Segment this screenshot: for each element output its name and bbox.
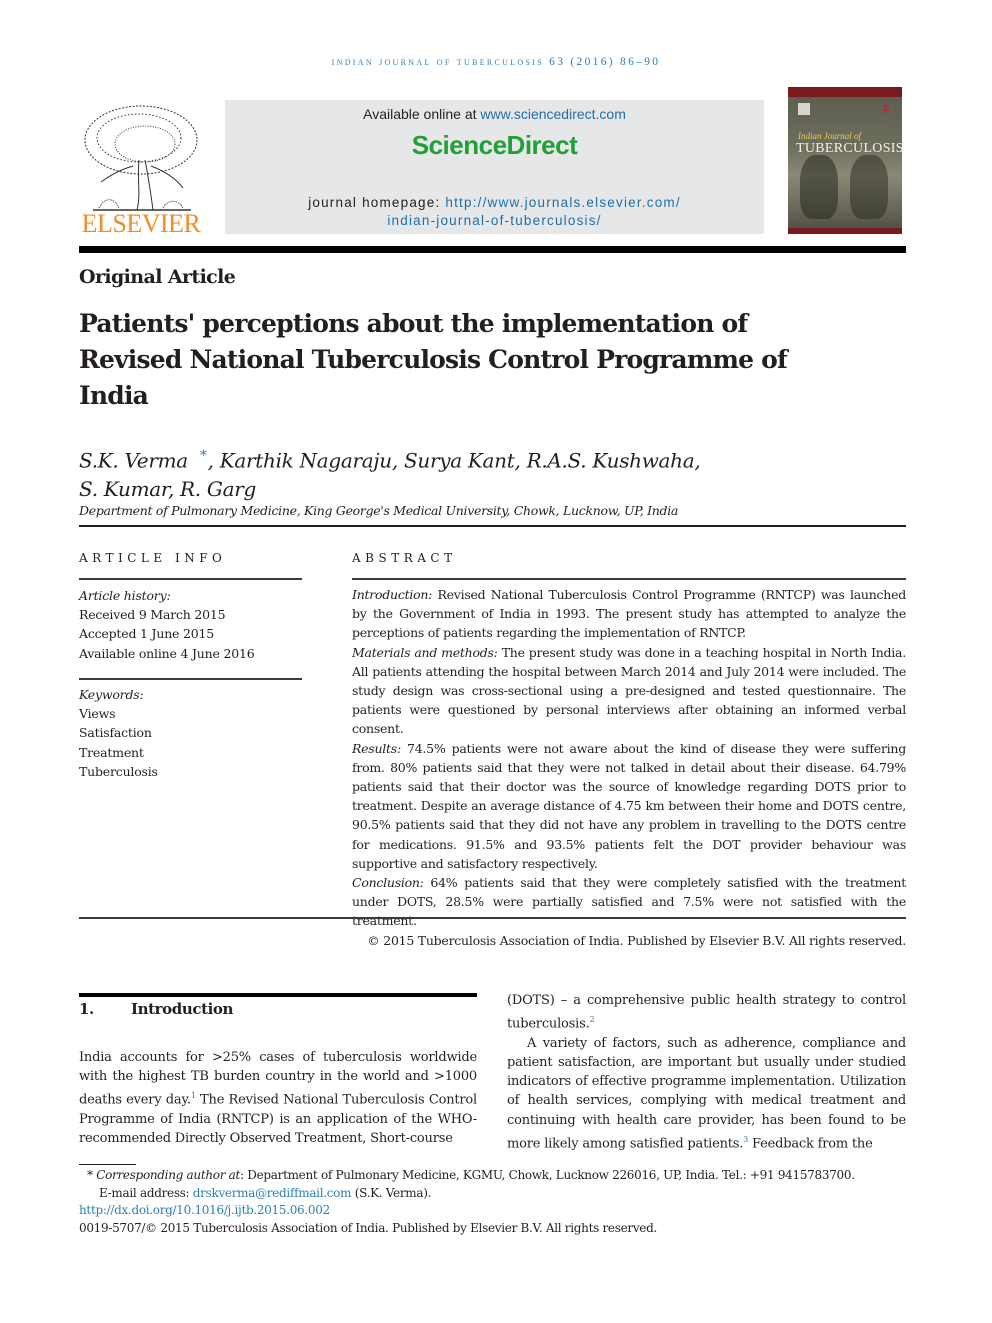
running-head: Indian Journal of Tuberculosis 63 (2016)… [331,56,661,68]
body-column-left: India accounts for >25% cases of tubercu… [79,1050,478,1147]
email-note: E-mail address: drskverma@rediffmail.com… [99,1185,432,1200]
sciencedirect-logo: ScienceDirect [411,130,578,160]
affiliation-rule [79,525,906,527]
keywords-label: Keywords: [79,687,144,702]
sciencedirect-banner: Available online at www.sciencedirect.co… [225,100,764,234]
cover-top-bar [788,87,902,97]
author-first[interactable]: S.K. Verma [79,449,188,473]
history-online: Available online 4 June 2016 [79,645,255,661]
corresponding-author-marker[interactable]: * [200,448,207,464]
authors-rest: , Karthik Nagaraju, Surya Kant, R.A.S. K… [207,448,701,473]
abstract-heading: ABSTRACT [352,551,457,565]
section-heading-introduction: 1. Introduction [79,1000,233,1018]
abstract-results: Results: 74.5% patients were not aware a… [352,740,906,871]
cover-title: TUBERCULOSIS [796,141,902,156]
section-rule [79,993,477,997]
abstract-label: Introduction: [352,587,433,602]
authors-line2: S. Kumar, R. Garg [79,476,256,501]
header-rule [79,246,906,253]
abstract-label: Results: [352,740,401,756]
keyword-item: Tuberculosis [79,763,158,779]
corresponding-author-note: * Corresponding author at: Department of… [87,1168,855,1182]
journal-homepage-link[interactable]: http://www.journals.elsevier.com/ [445,195,680,210]
history-accepted: Accepted 1 June 2015 [79,626,215,642]
article-history-label: Article history: [79,588,171,603]
cover-elsevier-mark-icon [798,103,810,115]
abstract-label: Conclusion: [352,875,424,891]
doi-line: http://dx.doi.org/10.1016/j.ijtb.2015.06… [79,1202,909,1220]
lorraine-cross-icon: ‡ [882,101,890,117]
journal-homepage-link-cont[interactable]: indian-journal-of-tuberculosis/ [387,213,601,228]
history-received: Received 9 March 2015 [79,607,226,623]
article-title: Patients' perceptions about the implemen… [79,309,788,410]
body-column-right: (DOTS) – a comprehensive public health s… [507,993,906,1152]
abstract-end-rule [79,917,906,919]
keywords-rule [79,678,302,680]
doi-link[interactable]: http://dx.doi.org/10.1016/j.ijtb.2015.06… [79,1203,330,1217]
author-list: S.K. Verma *, Karthik Nagaraju, Surya Kan… [79,442,779,503]
sciencedirect-link[interactable]: www.sciencedirect.com [480,106,626,122]
journal-cover-image: ‡ Indian Journal of TUBERCULOSIS [788,87,902,234]
abstract-label: Materials and methods: [352,644,498,660]
section-number: 1. [79,1000,94,1018]
abstract-introduction: Introduction: Revised National Tuberculo… [352,587,906,641]
article-info-rule [79,578,302,580]
issn-copyright: 0019-5707/© 2015 Tuberculosis Associatio… [79,1220,658,1235]
abstract-conclusion: Conclusion: 64% patients said that they … [352,875,906,929]
section-title: Introduction [131,1000,234,1018]
keywords: Keywords: Views Satisfaction Treatment T… [79,685,158,781]
abstract-body: Introduction: Revised National Tuberculo… [352,585,906,950]
abstract-methods: Materials and methods: The present study… [352,644,906,737]
keyword-item: Satisfaction [79,725,152,741]
cover-bottom-bar [788,228,902,234]
available-online-text: Available online at www.sciencedirect.co… [363,106,626,122]
email-link[interactable]: drskverma@rediffmail.com [193,1186,352,1200]
keyword-item: Treatment [79,744,144,760]
abstract-copyright: © 2015 Tuberculosis Association of India… [367,932,906,948]
article-type: Original Article [79,266,236,288]
cover-subtitle: Indian Journal of [798,131,861,141]
abstract-rule [352,578,906,580]
elsevier-wordmark: ELSEVIER [81,209,201,238]
footnote-rule [79,1164,136,1165]
journal-homepage: journal homepage: http://www.journals.el… [308,195,681,228]
cover-lung-right [850,155,888,219]
affiliation: Department of Pulmonary Medicine, King G… [79,503,679,518]
citation-link[interactable]: 2 [590,1015,595,1024]
footnotes: * Corresponding author at: Department of… [79,1167,909,1237]
article-history: Article history: Received 9 March 2015 A… [79,586,255,663]
cover-lung-left [800,155,838,219]
article-info-heading: ARTICLE INFO [79,551,227,565]
keyword-item: Views [79,706,116,722]
